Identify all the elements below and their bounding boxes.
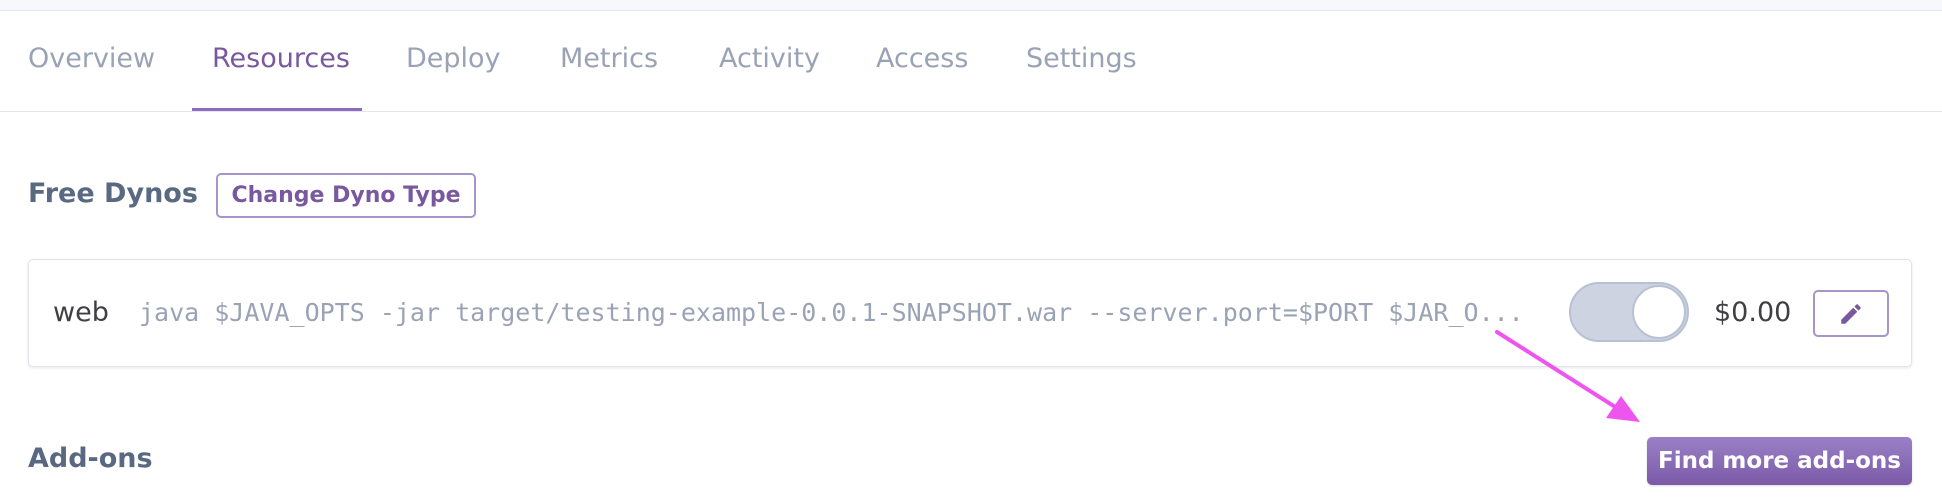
app-tabs: Overview Resources Deploy Metrics Activi… bbox=[0, 11, 1942, 112]
tab-overview[interactable]: Overview bbox=[28, 11, 155, 111]
dyno-process-name: web bbox=[53, 297, 109, 328]
tab-activity[interactable]: Activity bbox=[719, 11, 820, 111]
tab-access[interactable]: Access bbox=[876, 11, 968, 111]
edit-dyno-button[interactable] bbox=[1813, 290, 1889, 337]
change-dyno-type-button[interactable]: Change Dyno Type bbox=[216, 173, 476, 218]
dyno-process-command: java $JAVA_OPTS -jar target/testing-exam… bbox=[139, 298, 1524, 327]
tab-deploy[interactable]: Deploy bbox=[406, 11, 501, 111]
tab-metrics[interactable]: Metrics bbox=[560, 11, 658, 111]
dyno-row-web: web java $JAVA_OPTS -jar target/testing-… bbox=[28, 259, 1912, 367]
active-tab-indicator bbox=[192, 108, 362, 111]
top-strip bbox=[0, 0, 1942, 11]
dyno-cost: $0.00 bbox=[1714, 297, 1792, 328]
toggle-knob bbox=[1632, 285, 1686, 339]
find-more-addons-button[interactable]: Find more add-ons bbox=[1647, 437, 1912, 485]
tab-resources[interactable]: Resources bbox=[212, 11, 350, 111]
tab-settings[interactable]: Settings bbox=[1026, 11, 1137, 111]
addons-heading: Add-ons bbox=[28, 443, 153, 474]
free-dynos-heading: Free Dynos bbox=[28, 178, 198, 209]
pencil-icon bbox=[1841, 303, 1861, 324]
resources-page: Overview Resources Deploy Metrics Activi… bbox=[0, 0, 1942, 502]
dyno-enable-toggle[interactable] bbox=[1569, 282, 1689, 342]
